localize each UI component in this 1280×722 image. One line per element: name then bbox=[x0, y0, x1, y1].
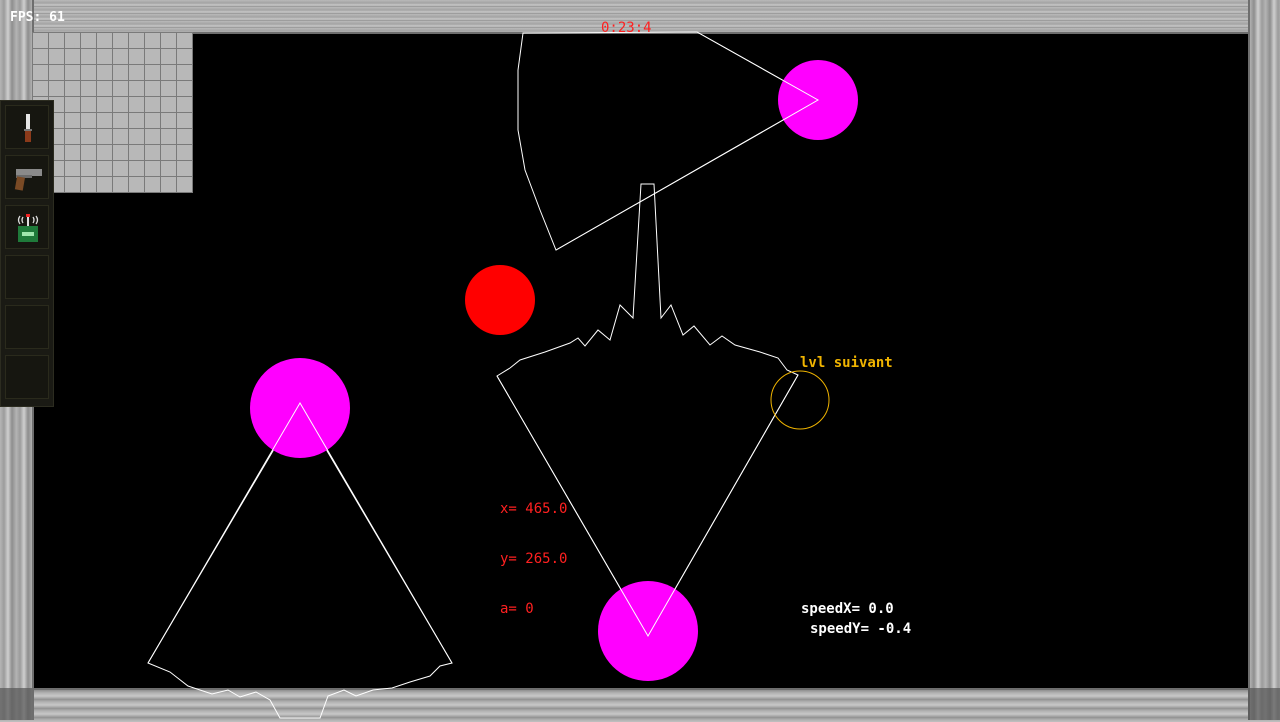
inventory-slot-knife[interactable] bbox=[5, 105, 49, 149]
game-scene bbox=[147, 31, 858, 719]
player-y-readout: y= 265.0 bbox=[500, 551, 568, 567]
inventory-slot-empty[interactable] bbox=[5, 305, 49, 349]
player-x-readout: x= 465.0 bbox=[500, 501, 568, 517]
player bbox=[465, 265, 535, 335]
fps-counter: FPS: 61 bbox=[10, 10, 65, 25]
enemy-guard bbox=[250, 358, 350, 458]
enemy-guard bbox=[598, 581, 698, 681]
radio-detonator-icon bbox=[17, 214, 39, 242]
level-timer: 0:23:4 bbox=[601, 20, 652, 36]
player-angle-readout: a= 0 bbox=[500, 601, 534, 617]
vision-cone bbox=[517, 31, 820, 251]
inventory-slot-detonator[interactable] bbox=[5, 205, 49, 249]
next-level-goal bbox=[770, 370, 830, 430]
next-level-label: lvl suivant bbox=[800, 355, 893, 371]
speed-x-readout: speedX= 0.0 bbox=[801, 601, 894, 617]
inventory-bar bbox=[0, 100, 54, 407]
inventory-slot-empty[interactable] bbox=[5, 355, 49, 399]
inventory-slot-pistol[interactable] bbox=[5, 155, 49, 199]
pistol-icon bbox=[14, 169, 42, 191]
vision-cone-edge bbox=[555, 31, 820, 251]
speed-y-readout: speedY= -0.4 bbox=[810, 621, 912, 637]
vision-cone bbox=[496, 183, 799, 637]
knife-icon bbox=[24, 114, 32, 142]
inventory-slot-empty[interactable] bbox=[5, 255, 49, 299]
